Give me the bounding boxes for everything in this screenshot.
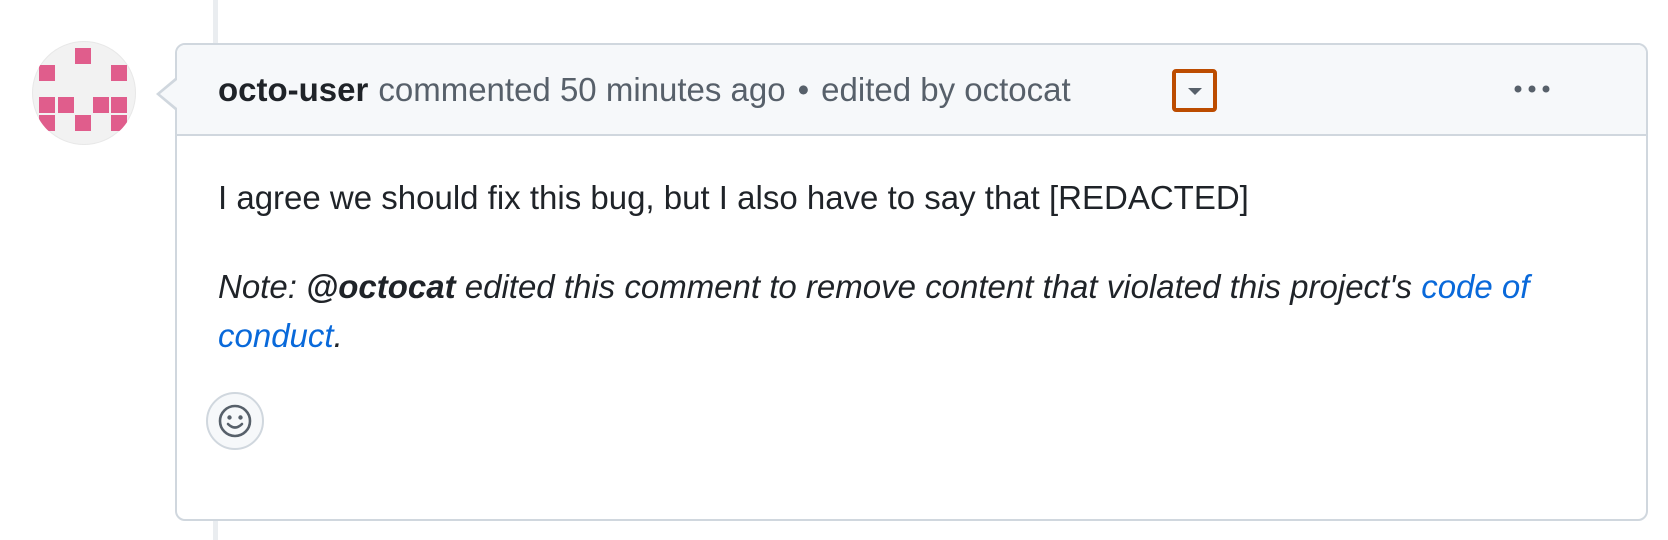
comment-header: octo-user commented 50 minutes ago • edi… <box>177 45 1646 136</box>
comment-meta: octo-user commented 50 minutes ago • edi… <box>218 45 1071 134</box>
comment-action-verb: commented <box>378 70 551 108</box>
kebab-horizontal-icon <box>1514 85 1550 93</box>
note-mention[interactable]: @octocat <box>306 268 456 305</box>
triangle-down-icon <box>1187 87 1202 95</box>
comment-action: commented 50 minutes ago <box>378 71 785 109</box>
author-link[interactable]: octo-user <box>218 71 368 109</box>
comment-text: I agree we should fix this bug, but I al… <box>218 179 1249 216</box>
comment-body: I agree we should fix this bug, but I al… <box>218 173 1598 360</box>
moderation-note: Note: @octocat edited this comment to re… <box>218 262 1598 360</box>
user-avatar[interactable] <box>32 41 136 145</box>
comment-caret <box>160 80 177 108</box>
page: octo-user commented 50 minutes ago • edi… <box>0 0 1668 540</box>
note-prefix: Note: <box>218 268 307 305</box>
edit-history-dropdown-button[interactable] <box>1172 69 1217 112</box>
edited-by-label: edited by octocat <box>821 70 1071 108</box>
smiley-icon <box>218 404 252 438</box>
comment-options-button[interactable] <box>1507 71 1557 107</box>
meta-separator: • <box>797 70 810 108</box>
note-text: edited this comment to remove content th… <box>455 268 1422 305</box>
comment-box: octo-user commented 50 minutes ago • edi… <box>175 43 1648 521</box>
note-suffix: . <box>333 317 343 354</box>
add-reaction-button[interactable] <box>206 392 264 450</box>
identicon-avatar <box>39 48 127 131</box>
comment-timestamp[interactable]: 50 minutes ago <box>560 71 786 108</box>
